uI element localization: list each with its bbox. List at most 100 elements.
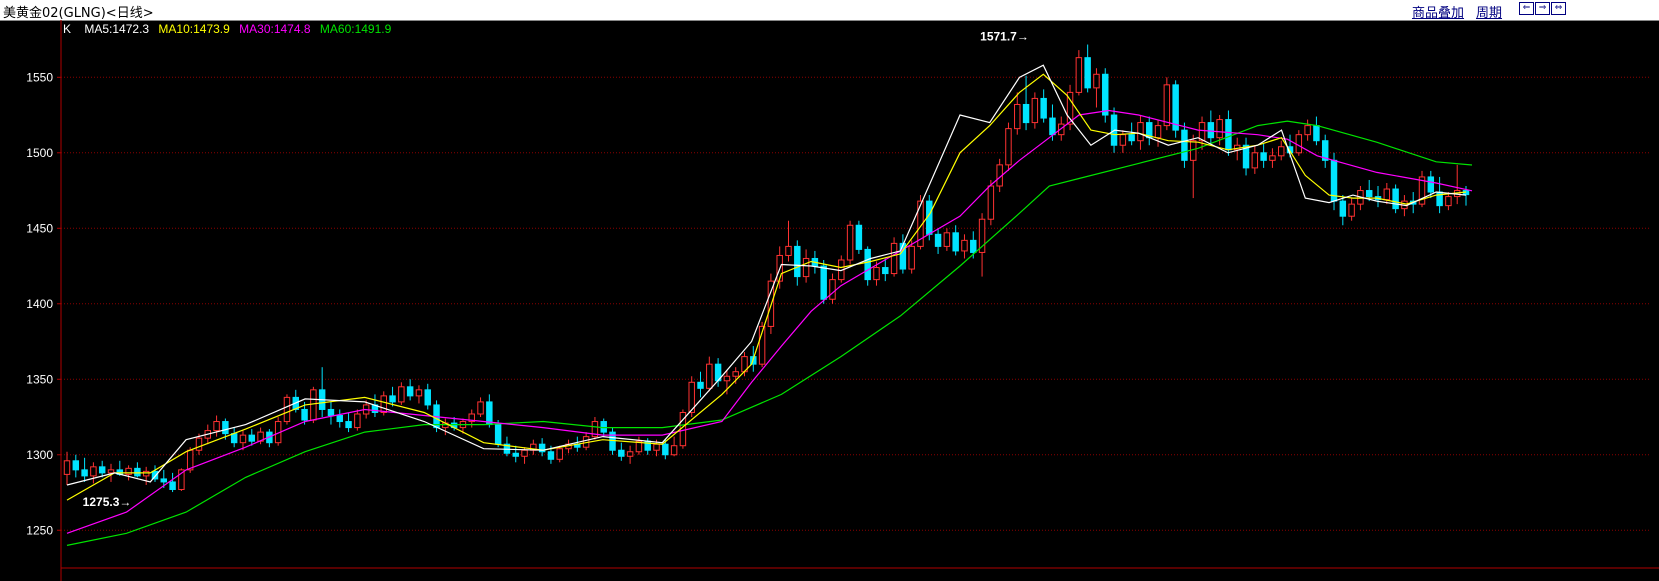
price-annotation: 1275.3→ bbox=[83, 495, 132, 509]
candle-down bbox=[855, 224, 863, 250]
candle-down bbox=[512, 452, 519, 457]
candle-up bbox=[283, 396, 291, 423]
candle-up bbox=[706, 363, 713, 389]
y-tick-label: 1350 bbox=[26, 372, 53, 386]
candle-down bbox=[970, 239, 977, 253]
candle-up bbox=[653, 443, 660, 451]
candle-down bbox=[248, 434, 256, 442]
candle-down bbox=[1084, 57, 1091, 89]
candle-up bbox=[873, 267, 880, 281]
candle-up bbox=[142, 470, 150, 477]
candle-up bbox=[1163, 84, 1171, 127]
candle-up bbox=[1269, 155, 1276, 161]
candle-up bbox=[521, 449, 528, 457]
candle-down bbox=[1102, 73, 1109, 116]
candle-down bbox=[662, 443, 669, 456]
candle-up bbox=[310, 389, 317, 421]
y-tick-label: 1300 bbox=[26, 448, 53, 462]
candlestick-chart[interactable]: 1250 1300 1350 1400 1450 1500 1550 1571.7→ 1275.… bbox=[0, 20, 1659, 581]
candle-up bbox=[239, 434, 247, 444]
candle-down bbox=[882, 267, 889, 275]
candle-up bbox=[63, 460, 71, 475]
candle-down bbox=[1427, 176, 1435, 193]
candle-down bbox=[336, 415, 343, 423]
candle-up bbox=[195, 437, 203, 451]
candle-down bbox=[406, 386, 414, 397]
candle-up bbox=[908, 245, 915, 270]
candle-up bbox=[186, 449, 194, 471]
candle-up bbox=[1277, 146, 1285, 157]
candle-down bbox=[1260, 152, 1267, 161]
candle-down bbox=[169, 481, 176, 490]
candle-down bbox=[1313, 125, 1320, 142]
candle-down bbox=[486, 401, 493, 426]
candle-up bbox=[1216, 119, 1223, 139]
scroll-left-button[interactable]: ⇐ bbox=[1519, 2, 1534, 15]
candle-down bbox=[222, 421, 229, 435]
candle-up bbox=[1295, 134, 1303, 154]
candle-up bbox=[213, 421, 220, 432]
candle-down bbox=[600, 421, 607, 433]
candle-up bbox=[398, 386, 405, 403]
candle-up bbox=[846, 224, 854, 261]
candle-up bbox=[1031, 97, 1039, 124]
candle-up bbox=[1383, 188, 1391, 201]
candle-down bbox=[934, 233, 942, 247]
candle-up bbox=[1304, 125, 1311, 136]
candle-up bbox=[107, 469, 115, 474]
period-link[interactable]: 周期 bbox=[1476, 2, 1502, 21]
candle-up bbox=[670, 445, 678, 456]
candle-down bbox=[424, 389, 431, 406]
candle-up bbox=[556, 448, 563, 460]
candle-up bbox=[732, 371, 739, 377]
candle-down bbox=[1339, 200, 1347, 217]
candle-up bbox=[723, 375, 731, 382]
candle-down bbox=[547, 451, 555, 460]
candle-up bbox=[1348, 203, 1355, 217]
candle-down bbox=[1392, 188, 1399, 210]
candle-down bbox=[1022, 103, 1030, 124]
candle-down bbox=[697, 381, 704, 389]
candle-up bbox=[961, 239, 968, 252]
candle-down bbox=[72, 460, 80, 471]
candle-up bbox=[1251, 152, 1259, 169]
scroll-right-button[interactable]: ⇒ bbox=[1535, 2, 1550, 15]
candle-down bbox=[1225, 119, 1232, 151]
candle-down bbox=[820, 265, 827, 300]
candle-up bbox=[1119, 134, 1127, 146]
candle-down bbox=[494, 424, 502, 445]
candle-up bbox=[1445, 196, 1452, 207]
overlay-commodity-link[interactable]: 商品叠加 bbox=[1412, 2, 1464, 21]
candle-down bbox=[1128, 134, 1135, 142]
title-bar: 美黄金02(GLNG)<日线> 商品叠加 周期 ⇐ ⇒ ⇔ bbox=[0, 0, 1659, 21]
candle-down bbox=[1040, 97, 1047, 119]
y-tick-label: 1450 bbox=[26, 221, 53, 235]
y-tick-label: 1250 bbox=[26, 523, 53, 537]
candle-down bbox=[81, 469, 88, 477]
candle-up bbox=[785, 245, 792, 256]
candle-up bbox=[1093, 73, 1100, 89]
candle-up bbox=[1154, 125, 1162, 139]
y-tick-label: 1500 bbox=[26, 146, 53, 160]
candle-up bbox=[1014, 103, 1021, 130]
candle-down bbox=[1181, 129, 1188, 161]
candle-up bbox=[1137, 122, 1144, 142]
candle-up bbox=[380, 395, 387, 413]
zoom-button[interactable]: ⇔ bbox=[1551, 2, 1566, 15]
candle-up bbox=[802, 257, 810, 278]
instrument-title: 美黄金02(GLNG)<日线> bbox=[3, 6, 154, 21]
y-tick-label: 1400 bbox=[26, 297, 53, 311]
candle-up bbox=[943, 232, 951, 247]
candle-up bbox=[890, 242, 898, 275]
candle-down bbox=[794, 245, 801, 278]
candle-up bbox=[829, 279, 836, 300]
price-annotation: 1571.7→ bbox=[980, 30, 1029, 44]
candle-down bbox=[134, 467, 141, 477]
candle-up bbox=[1005, 128, 1012, 166]
candle-down bbox=[618, 449, 625, 457]
candle-down bbox=[345, 421, 352, 429]
candle-down bbox=[301, 408, 308, 421]
candle-down bbox=[327, 408, 335, 417]
candle-up bbox=[1075, 57, 1083, 93]
candle-up bbox=[354, 413, 361, 429]
